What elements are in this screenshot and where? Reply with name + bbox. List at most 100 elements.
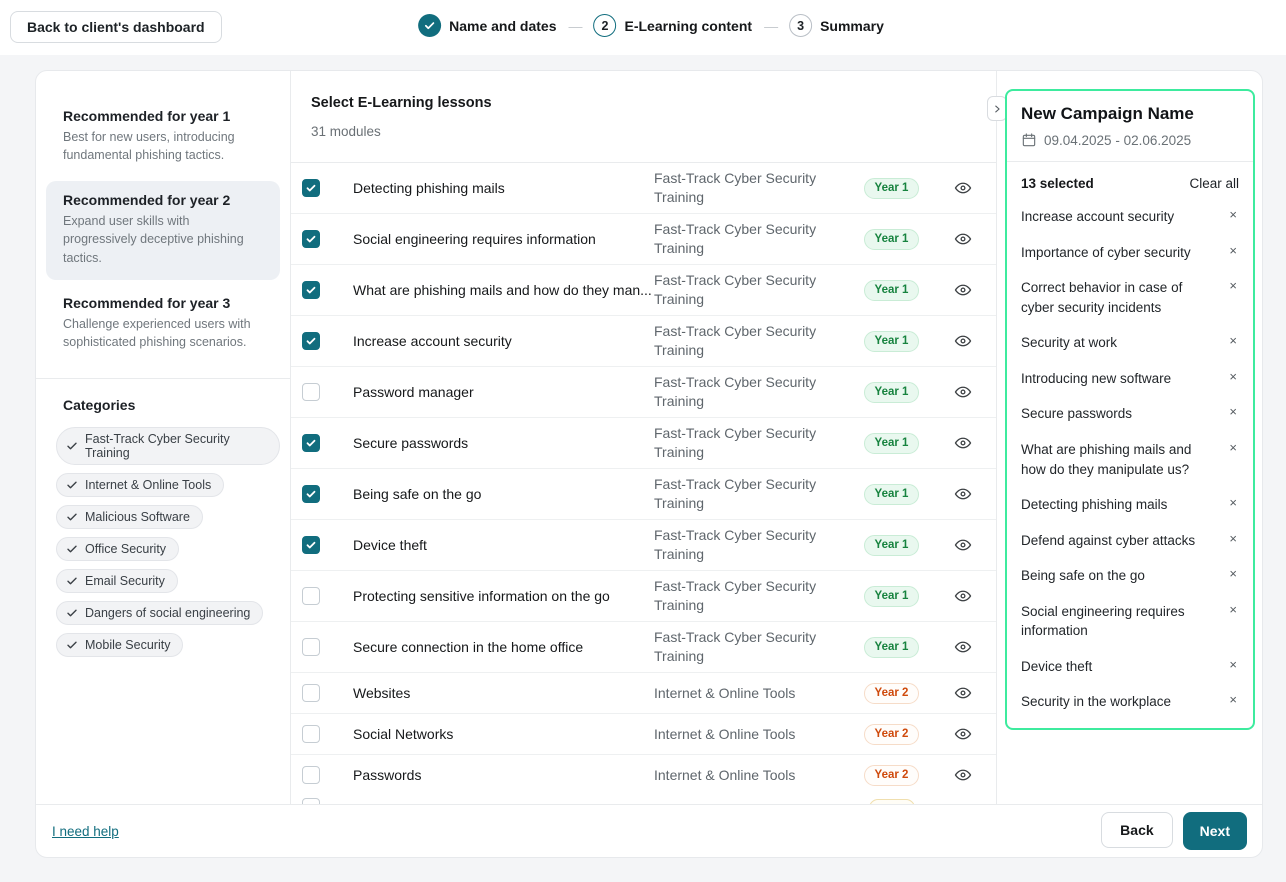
lesson-row[interactable]: Being safe on the go Fast-Track Cyber Se… <box>291 469 996 520</box>
category-chip[interactable]: Dangers of social engineering <box>56 601 263 625</box>
lesson-checkbox[interactable] <box>302 179 320 197</box>
lesson-name: Passwords <box>342 767 654 783</box>
recommendation-item[interactable]: Recommended for year 3 Challenge experie… <box>46 284 280 364</box>
year-badge: Year 1 <box>864 433 920 454</box>
lesson-checkbox[interactable] <box>302 766 320 784</box>
remove-item-button[interactable]: × <box>1227 602 1239 619</box>
preview-button[interactable] <box>950 762 976 788</box>
recommendation-item[interactable]: Recommended for year 1 Best for new user… <box>46 97 280 177</box>
step-divider: — <box>569 18 582 34</box>
remove-item-button[interactable]: × <box>1227 243 1239 260</box>
preview-button[interactable] <box>950 634 976 660</box>
category-chip[interactable]: Email Security <box>56 569 178 593</box>
selected-item-label: Social engineering requires information <box>1021 602 1227 641</box>
check-icon <box>66 440 78 452</box>
lesson-checkbox[interactable] <box>302 638 320 656</box>
lesson-checkbox[interactable] <box>302 587 320 605</box>
check-icon <box>66 639 78 651</box>
lesson-name: Websites <box>342 685 654 701</box>
preview-button[interactable] <box>950 226 976 252</box>
lesson-row[interactable]: Social engineering requires information … <box>291 214 996 265</box>
remove-item-button[interactable]: × <box>1227 404 1239 421</box>
lesson-checkbox[interactable] <box>302 725 320 743</box>
clear-all-button[interactable]: Clear all <box>1189 176 1239 191</box>
lesson-row[interactable]: What are phishing mails and how do they … <box>291 265 996 316</box>
remove-item-button[interactable]: × <box>1227 207 1239 224</box>
lesson-checkbox[interactable] <box>302 485 320 503</box>
back-button[interactable]: Back <box>1101 812 1172 848</box>
remove-item-button[interactable]: × <box>1227 278 1239 295</box>
back-to-dashboard-button[interactable]: Back to client's dashboard <box>10 11 222 43</box>
check-icon <box>305 284 317 296</box>
lesson-checkbox[interactable] <box>302 684 320 702</box>
lesson-category: Internet & Online Tools <box>654 766 854 785</box>
lesson-row[interactable]: Passwords Internet & Online Tools Year 2 <box>291 755 996 794</box>
lesson-row[interactable]: Device theft Fast-Track Cyber Security T… <box>291 520 996 571</box>
eye-icon <box>954 230 972 248</box>
lesson-row[interactable]: Secure connection in the home office Fas… <box>291 622 996 673</box>
lesson-row[interactable]: Secure passwords Fast-Track Cyber Securi… <box>291 418 996 469</box>
category-chip-label: Fast-Track Cyber Security Training <box>85 432 267 460</box>
check-icon <box>305 539 317 551</box>
lesson-row[interactable]: Websites Internet & Online Tools Year 2 <box>291 673 996 714</box>
lesson-checkbox[interactable] <box>302 536 320 554</box>
lesson-category: Fast-Track Cyber Security Training <box>654 322 854 360</box>
lesson-checkbox[interactable] <box>302 434 320 452</box>
lesson-checkbox[interactable] <box>302 281 320 299</box>
preview-button[interactable] <box>950 175 976 201</box>
lesson-category: Fast-Track Cyber Security Training <box>654 169 854 207</box>
preview-button[interactable] <box>950 481 976 507</box>
preview-button[interactable] <box>950 721 976 747</box>
category-chip[interactable]: Malicious Software <box>56 505 203 529</box>
step-elearning-content[interactable]: 2 E-Learning content <box>594 14 753 37</box>
remove-item-button[interactable]: × <box>1227 692 1239 709</box>
collapse-panel-button[interactable] <box>987 96 1007 121</box>
lesson-checkbox[interactable] <box>302 230 320 248</box>
remove-item-button[interactable]: × <box>1227 657 1239 674</box>
summary-column: New Campaign Name 09.04.2025 - 02.06.202… <box>997 71 1262 804</box>
step-done-check-icon <box>418 14 441 37</box>
remove-item-button[interactable]: × <box>1227 369 1239 386</box>
lesson-row[interactable]: Increase account security Fast-Track Cyb… <box>291 316 996 367</box>
remove-item-button[interactable]: × <box>1227 495 1239 512</box>
preview-button[interactable] <box>950 532 976 558</box>
remove-item-button[interactable]: × <box>1227 333 1239 350</box>
step-summary[interactable]: 3 Summary <box>789 14 884 37</box>
category-chip[interactable]: Office Security <box>56 537 179 561</box>
lesson-checkbox[interactable] <box>302 383 320 401</box>
lesson-row[interactable]: Social Networks Internet & Online Tools … <box>291 714 996 755</box>
lesson-row[interactable]: Protecting sensitive information on the … <box>291 571 996 622</box>
year-badge: Year 1 <box>864 280 920 301</box>
lesson-row[interactable]: Password manager Fast-Track Cyber Securi… <box>291 367 996 418</box>
preview-button[interactable] <box>950 379 976 405</box>
help-link[interactable]: I need help <box>52 824 119 839</box>
next-button[interactable]: Next <box>1183 812 1247 850</box>
lesson-name: Device theft <box>342 537 654 553</box>
category-chip[interactable]: Internet & Online Tools <box>56 473 224 497</box>
lesson-name: Secure passwords <box>342 435 654 451</box>
lesson-name: Increase account security <box>342 333 654 349</box>
lesson-row[interactable]: Detecting phishing mails Fast-Track Cybe… <box>291 163 996 214</box>
preview-button[interactable] <box>950 277 976 303</box>
step-label: Summary <box>820 18 884 34</box>
campaign-name: New Campaign Name <box>1021 104 1239 124</box>
preview-button[interactable] <box>950 430 976 456</box>
selected-item: Increase account security × <box>1021 207 1239 227</box>
step-name-and-dates[interactable]: Name and dates <box>418 14 556 37</box>
preview-button[interactable] <box>950 680 976 706</box>
check-icon <box>305 437 317 449</box>
recommendation-description: Expand user skills with progressively de… <box>63 212 263 266</box>
year-badge: Year 1 <box>864 535 920 556</box>
recommendation-item[interactable]: Recommended for year 2 Expand user skill… <box>46 181 280 279</box>
category-chip[interactable]: Mobile Security <box>56 633 183 657</box>
lesson-checkbox[interactable] <box>302 332 320 350</box>
remove-item-button[interactable]: × <box>1227 440 1239 457</box>
preview-button[interactable] <box>950 328 976 354</box>
selected-item-label: Secure passwords <box>1021 404 1227 424</box>
remove-item-button[interactable]: × <box>1227 566 1239 583</box>
eye-icon <box>954 485 972 503</box>
preview-button[interactable] <box>950 583 976 609</box>
check-icon <box>305 182 317 194</box>
category-chip[interactable]: Fast-Track Cyber Security Training <box>56 427 280 465</box>
remove-item-button[interactable]: × <box>1227 531 1239 548</box>
